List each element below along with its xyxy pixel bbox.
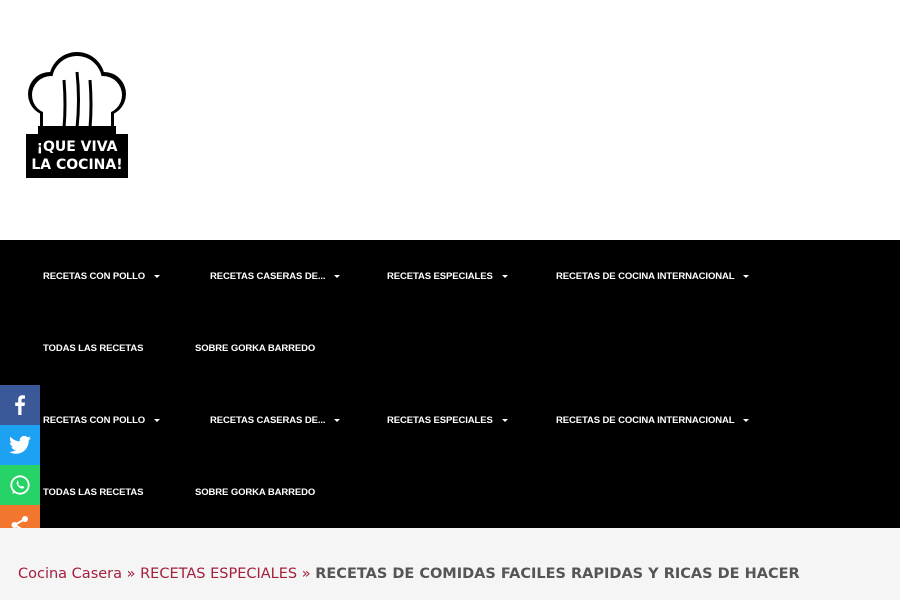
nav-item-sobre-gorka-barredo[interactable]: SOBRE GORKA BARREDO: [195, 312, 315, 384]
caret-down-icon: [501, 418, 508, 422]
nav-item-label: RECETAS ESPECIALES: [387, 414, 493, 426]
nav-item-label: RECETAS CASERAS DE...: [210, 270, 326, 282]
nav-item-recetas-especiales[interactable]: RECETAS ESPECIALES: [387, 240, 508, 312]
whatsapp-share-button[interactable]: [0, 465, 40, 505]
nav-row: TODAS LAS RECETAS SOBRE GORKA BARREDO: [0, 456, 900, 528]
nav-item-label: SOBRE GORKA BARREDO: [195, 486, 316, 498]
caret-down-icon: [501, 274, 508, 278]
nav-item-label: RECETAS DE COCINA INTERNACIONAL: [556, 414, 735, 426]
nav-item-todas-las-recetas[interactable]: TODAS LAS RECETAS: [43, 456, 143, 528]
breadcrumb-home-link[interactable]: Cocina Casera: [18, 566, 122, 582]
twitter-icon: [9, 435, 31, 454]
caret-down-icon: [334, 274, 341, 278]
nav-item-recetas-caseras[interactable]: RECETAS CASERAS DE...: [210, 240, 341, 312]
nav-item-recetas-especiales[interactable]: RECETAS ESPECIALES: [387, 384, 508, 456]
nav-item-label: RECETAS CON POLLO: [43, 270, 146, 282]
breadcrumb-separator: »: [301, 566, 311, 582]
main-navigation: RECETAS CON POLLO RECETAS CASERAS DE... …: [0, 240, 900, 528]
twitter-share-button[interactable]: [0, 425, 40, 465]
nav-row: RECETAS CON POLLO RECETAS CASERAS DE... …: [0, 240, 900, 312]
caret-down-icon: [743, 274, 750, 278]
logo-text-line1: ¡QUE VIVA: [36, 139, 118, 155]
breadcrumb-line: Cocina Casera » RECETAS ESPECIALES » REC…: [18, 566, 800, 582]
nav-item-recetas-con-pollo[interactable]: RECETAS CON POLLO: [43, 240, 161, 312]
nav-item-cocina-internacional[interactable]: RECETAS DE COCINA INTERNACIONAL: [556, 240, 750, 312]
logo-text-line2: LA COCINA!: [31, 157, 123, 173]
breadcrumb: Cocina Casera » RECETAS ESPECIALES » REC…: [0, 528, 900, 600]
caret-down-icon: [154, 418, 161, 422]
whatsapp-icon: [10, 475, 30, 495]
caret-down-icon: [334, 418, 341, 422]
facebook-share-button[interactable]: [0, 385, 40, 425]
nav-item-label: RECETAS DE COCINA INTERNACIONAL: [556, 270, 735, 282]
social-share-bar: [0, 385, 40, 545]
nav-item-label: TODAS LAS RECETAS: [43, 342, 144, 354]
caret-down-icon: [154, 274, 161, 278]
nav-item-cocina-internacional[interactable]: RECETAS DE COCINA INTERNACIONAL: [556, 384, 750, 456]
nav-row: TODAS LAS RECETAS SOBRE GORKA BARREDO: [0, 312, 900, 384]
breadcrumb-current-page: RECETAS DE COMIDAS FACILES RAPIDAS Y RIC…: [315, 566, 800, 582]
nav-item-todas-las-recetas[interactable]: TODAS LAS RECETAS: [43, 312, 143, 384]
breadcrumb-separator: »: [126, 566, 136, 582]
site-header: ¡QUE VIVA LA COCINA!: [0, 0, 900, 240]
site-logo[interactable]: ¡QUE VIVA LA COCINA!: [24, 50, 130, 180]
nav-item-label: RECETAS CASERAS DE...: [210, 414, 326, 426]
nav-item-recetas-con-pollo[interactable]: RECETAS CON POLLO: [43, 384, 161, 456]
nav-item-label: SOBRE GORKA BARREDO: [195, 342, 316, 354]
nav-item-recetas-caseras[interactable]: RECETAS CASERAS DE...: [210, 384, 341, 456]
nav-item-label: RECETAS CON POLLO: [43, 414, 146, 426]
nav-item-label: TODAS LAS RECETAS: [43, 486, 144, 498]
nav-item-label: RECETAS ESPECIALES: [387, 270, 493, 282]
nav-row: RECETAS CON POLLO RECETAS CASERAS DE... …: [0, 384, 900, 456]
facebook-icon: [15, 395, 25, 415]
caret-down-icon: [743, 418, 750, 422]
nav-item-sobre-gorka-barredo[interactable]: SOBRE GORKA BARREDO: [195, 456, 315, 528]
breadcrumb-category-link[interactable]: RECETAS ESPECIALES: [140, 566, 297, 582]
